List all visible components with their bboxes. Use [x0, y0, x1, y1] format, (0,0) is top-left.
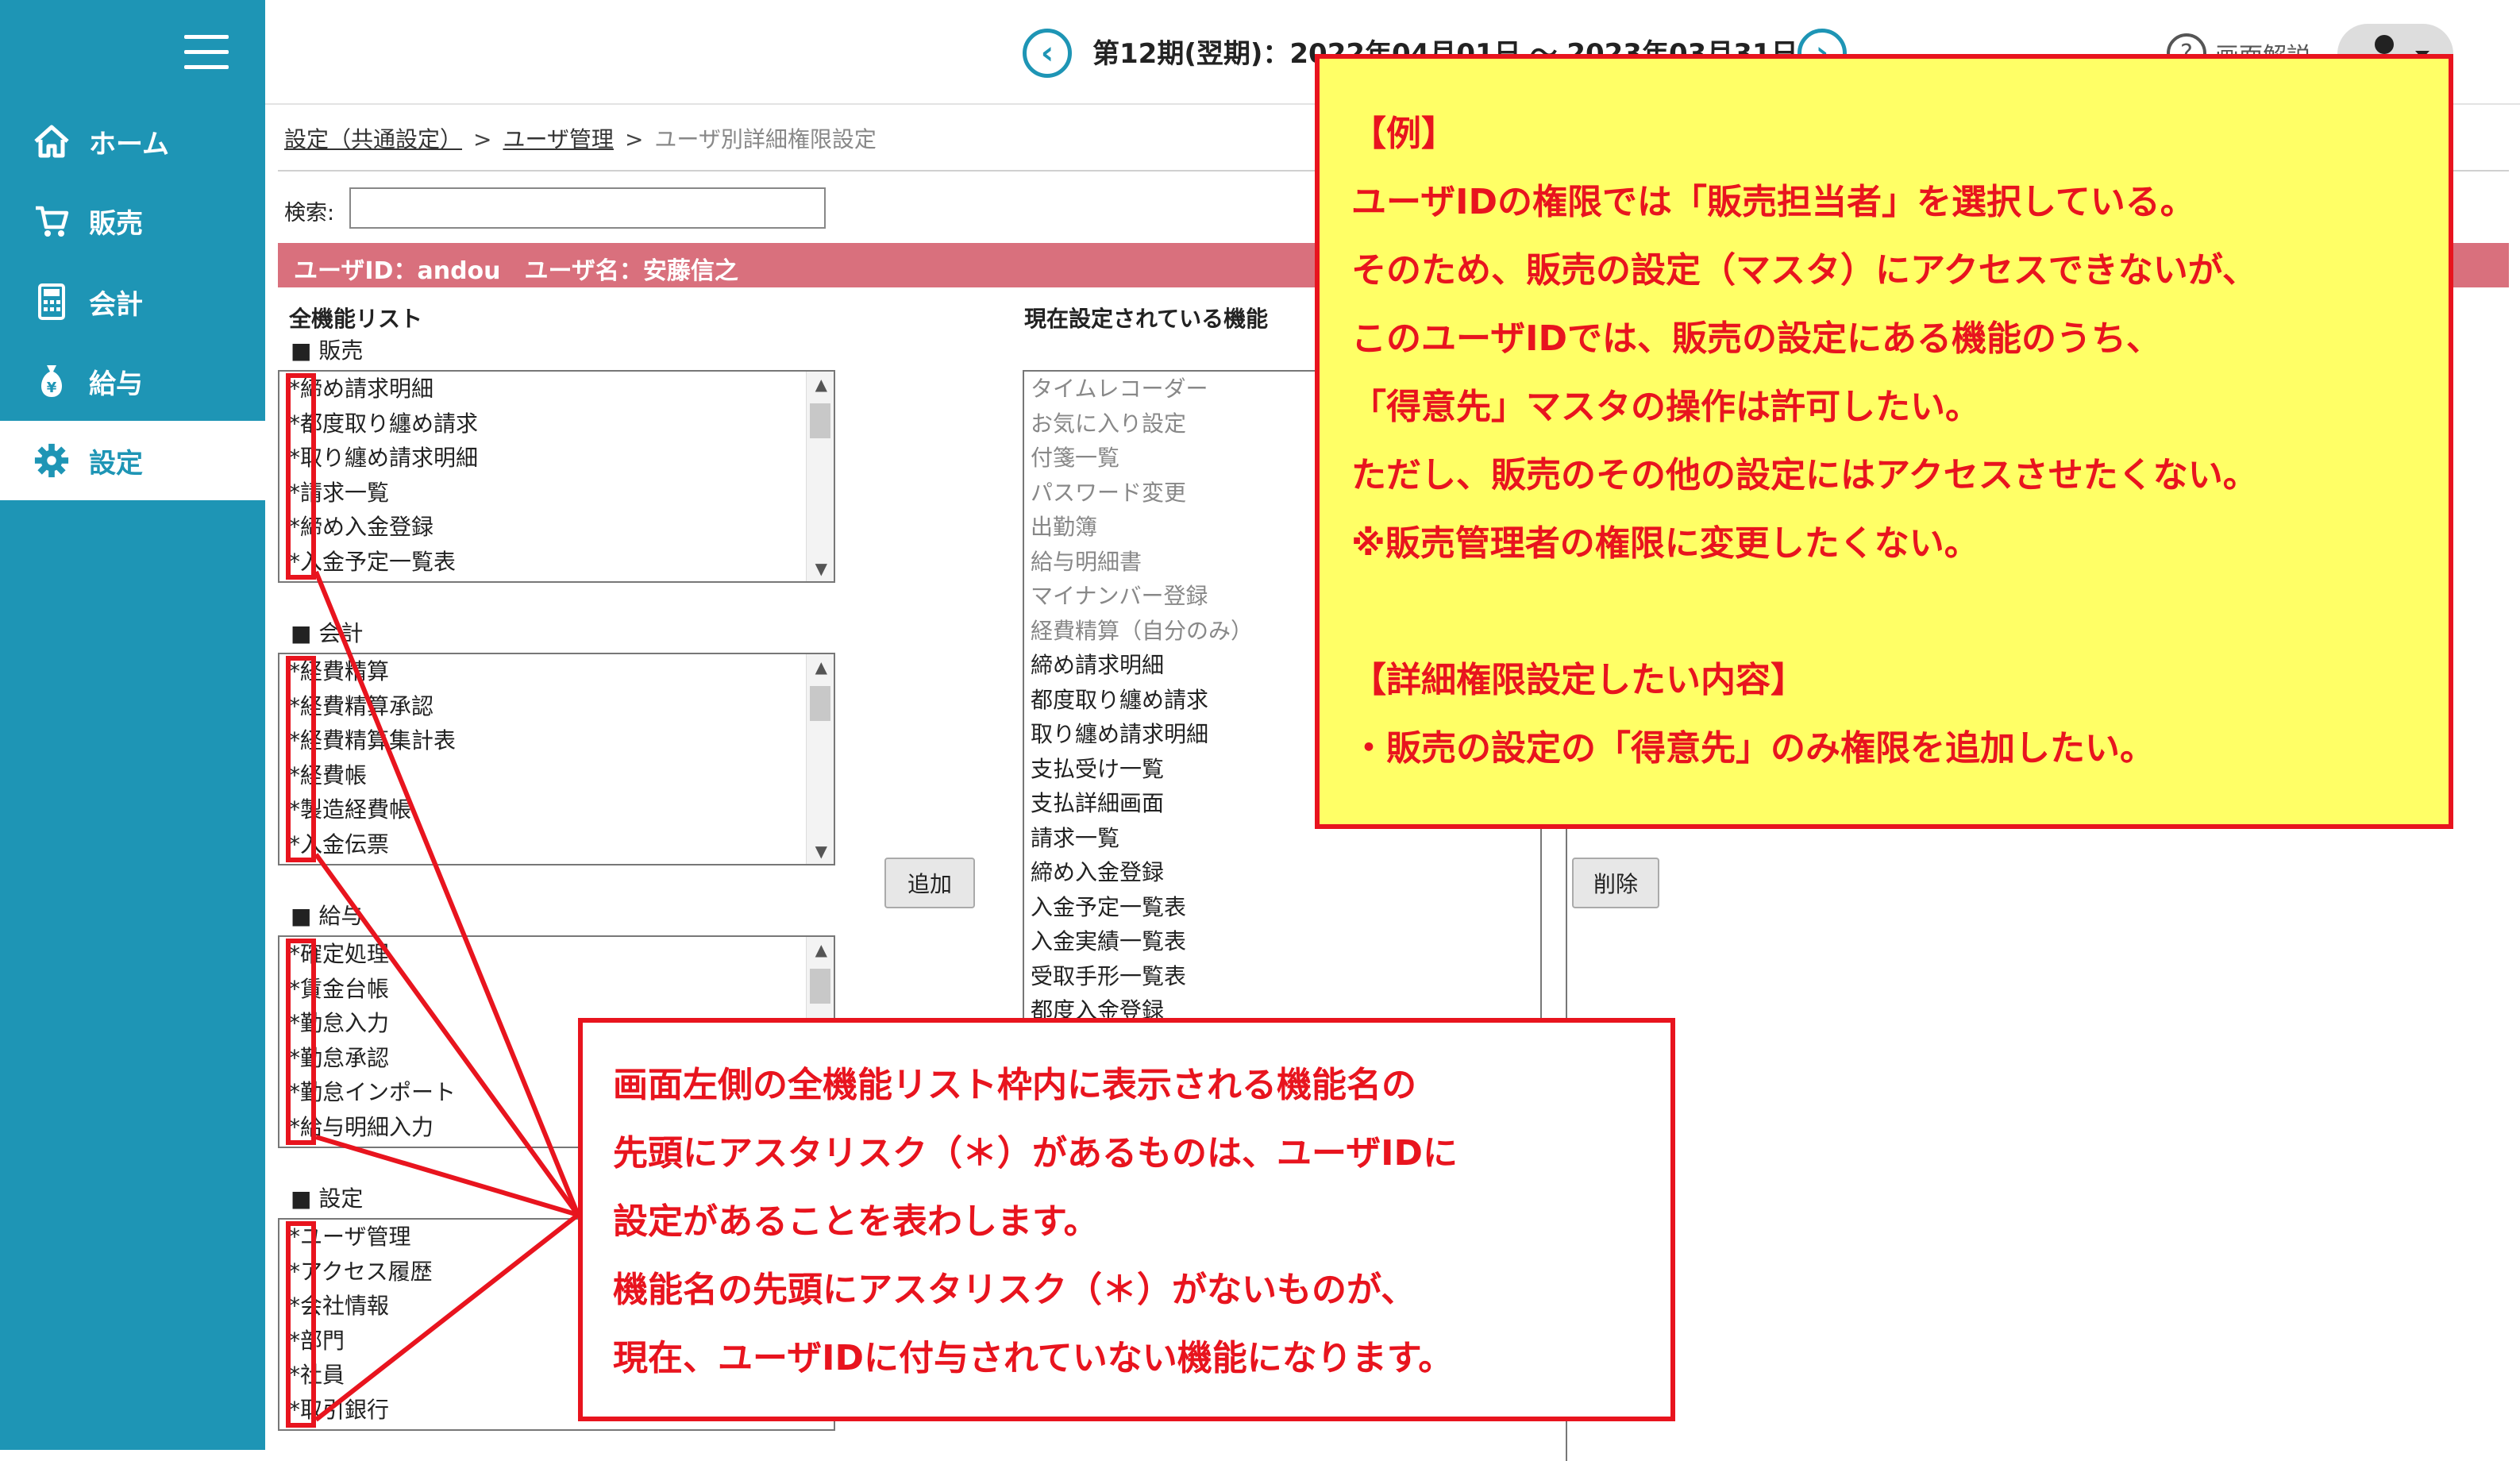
sidebar-item-label: 給与	[89, 368, 143, 400]
sidebar-item-accounting[interactable]: 会計	[0, 262, 265, 341]
breadcrumb-separator: >	[624, 126, 644, 152]
user-info-text: ユーザID：andou ユーザ名：安藤信之	[294, 257, 738, 285]
list-item[interactable]: *経費精算	[279, 654, 834, 689]
breadcrumb-separator: >	[473, 126, 492, 152]
calculator-icon	[32, 282, 71, 322]
breadcrumb: 設定（共通設定） > ユーザ管理 > ユーザ別詳細権限設定	[284, 122, 877, 154]
accounting-function-list[interactable]: *経費精算 *経費精算承認 *経費精算集計表 *経費帳 *製造経費帳 *入金伝票…	[278, 653, 835, 865]
list-item[interactable]: *締め入金登録	[279, 510, 834, 545]
list-item[interactable]: *製造経費帳	[279, 792, 834, 827]
sidebar-item-home[interactable]: ホーム	[0, 102, 265, 181]
category-title-accounting: ■ 会計	[291, 620, 364, 646]
callout-line: 【詳細権限設定したい内容】	[1351, 660, 1805, 700]
list-item[interactable]: *入金伝票	[279, 827, 834, 862]
list-item[interactable]: *経費帳	[279, 758, 834, 793]
sidebar-item-settings[interactable]: 設定	[0, 421, 265, 500]
add-button[interactable]: 追加	[884, 858, 975, 908]
cart-icon	[32, 201, 71, 241]
list-item[interactable]: *締め請求明細	[279, 372, 834, 407]
list-item[interactable]: 受取手形一覧表	[1024, 959, 1540, 994]
home-icon	[32, 121, 71, 161]
gear-icon	[32, 441, 71, 480]
category-title-settings: ■ 設定	[291, 1185, 364, 1212]
search-input[interactable]	[349, 187, 826, 229]
list-item[interactable]: *請求一覧	[279, 476, 834, 511]
asterisk-explanation-callout: 画面左側の全機能リスト枠内に表示される機能名の 先頭にアスタリスク（＊）があるも…	[578, 1018, 1675, 1421]
asterisk-highlight-box	[286, 1221, 316, 1428]
list-item[interactable]: *都度取り纏め請求	[279, 407, 834, 441]
svg-text:¥: ¥	[47, 380, 57, 396]
previous-period-button[interactable]: ‹	[1023, 29, 1072, 78]
sidebar-item-payroll[interactable]: ¥ 給与	[0, 341, 265, 421]
list-item[interactable]: *確定処理	[279, 937, 834, 972]
callout-line: そのため、販売の設定（マスタ）にアクセスできないが、	[1351, 250, 2257, 291]
sidebar-item-sales[interactable]: 販売	[0, 181, 265, 260]
callout-line: 先頭にアスタリスク（＊）があるものは、ユーザIDに	[613, 1133, 1458, 1174]
chevron-left-icon: ‹	[1040, 35, 1054, 71]
list-item[interactable]: 締め入金登録	[1024, 855, 1540, 890]
money-bag-icon: ¥	[32, 361, 71, 401]
sidebar-item-label: 販売	[89, 207, 143, 240]
callout-line: 機能名の先頭にアスタリスク（＊）がないものが、	[613, 1270, 1416, 1310]
list-item[interactable]: 入金実績一覧表	[1024, 924, 1540, 959]
callout-line: 現在、ユーザIDに付与されていない機能になります。	[613, 1338, 1454, 1378]
current-functions-title: 現在設定されている機能	[1024, 306, 1269, 332]
search-label: 検索:	[284, 201, 335, 226]
callout-line: ・販売の設定の「得意先」のみ権限を追加したい。	[1351, 728, 2155, 769]
asterisk-highlight-box	[286, 939, 316, 1145]
asterisk-highlight-box	[286, 373, 316, 580]
callout-line: 【例】	[1351, 114, 1456, 154]
list-item[interactable]: *入金予定一覧表	[279, 545, 834, 580]
list-item[interactable]: 入金予定一覧表	[1024, 890, 1540, 925]
sidebar: ホーム 販売 会計 ¥ 給与 設定	[0, 0, 265, 1450]
callout-line: 設定があることを表わします。	[613, 1201, 1099, 1242]
delete-button[interactable]: 削除	[1572, 858, 1659, 908]
category-title-payroll: ■ 給与	[291, 903, 364, 929]
breadcrumb-common-settings[interactable]: 設定（共通設定）	[284, 126, 462, 152]
callout-line: 「得意先」マスタの操作は許可したい。	[1351, 387, 1980, 427]
callout-line: 画面左側の全機能リスト枠内に表示される機能名の	[613, 1065, 1416, 1105]
sidebar-item-label: ホーム	[89, 128, 169, 160]
callout-line: ユーザIDの権限では「販売担当者」を選択している。	[1351, 182, 2195, 222]
scrollbar[interactable]: ▲ ▼	[806, 372, 834, 581]
sales-function-list[interactable]: *締め請求明細 *都度取り纏め請求 *取り纏め請求明細 *請求一覧 *締め入金登…	[278, 370, 835, 583]
callout-line: このユーザIDでは、販売の設定にある機能のうち、	[1351, 318, 2162, 359]
list-item[interactable]: *賃金台帳	[279, 972, 834, 1007]
breadcrumb-current: ユーザ別詳細権限設定	[654, 126, 877, 152]
scrollbar[interactable]: ▲ ▼	[806, 654, 834, 864]
callout-line: ただし、販売のその他の設定にはアクセスさせたくない。	[1351, 455, 2258, 495]
list-item[interactable]: *経費精算集計表	[279, 723, 834, 758]
category-title-sales: ■ 販売	[291, 337, 364, 364]
list-item[interactable]: *取り纏め請求明細	[279, 441, 834, 476]
callout-line: ※販売管理者の権限に変更したくない。	[1351, 523, 1979, 564]
breadcrumb-user-management[interactable]: ユーザ管理	[503, 126, 613, 152]
all-functions-title: 全機能リスト	[289, 306, 423, 332]
asterisk-highlight-box	[286, 656, 316, 862]
hamburger-menu-icon[interactable]	[184, 35, 229, 70]
sidebar-item-label: 会計	[89, 288, 143, 321]
example-callout: 【例】 ユーザIDの権限では「販売担当者」を選択している。 そのため、販売の設定…	[1315, 54, 2453, 829]
sidebar-item-label: 設定	[89, 447, 143, 480]
list-item[interactable]: *経費精算承認	[279, 689, 834, 724]
